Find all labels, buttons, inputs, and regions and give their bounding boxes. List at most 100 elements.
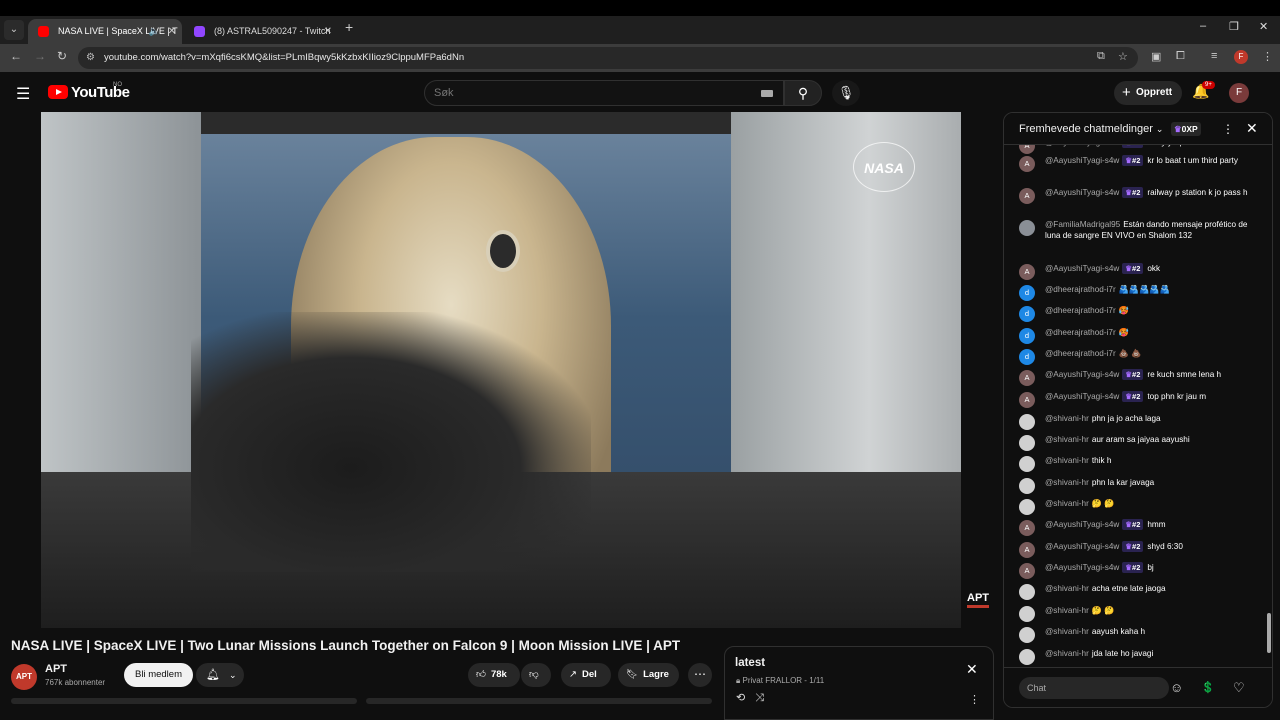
chat-input[interactable] — [1019, 677, 1169, 699]
chat-author[interactable]: @AayushiTyagi-s4w — [1045, 542, 1119, 551]
chat-message[interactable]: A @AayushiTyagi-s4w ♛#2 shyd 6:30 — [1019, 541, 1259, 558]
chat-message[interactable]: @FamiliaMadrigal95 Están dando mensaje pr… — [1019, 219, 1259, 241]
chat-message[interactable]: A @AayushiTyagi-s4w ♛#2 top phn kr jau m — [1019, 391, 1259, 408]
playlist-menu-icon[interactable]: ⋮ — [969, 693, 980, 706]
chat-avatar[interactable] — [1019, 220, 1035, 236]
close-tab-icon[interactable]: ✕ — [168, 19, 176, 44]
dislike-button[interactable]: 👎︎ — [521, 663, 551, 687]
tab-search-chevron-icon[interactable]: ⌄ — [4, 20, 24, 40]
chat-message[interactable]: A @AayushiTyagi-s4w ♛#2 hmm — [1019, 519, 1259, 536]
site-info-icon[interactable]: ⚙ — [86, 52, 95, 63]
chat-avatar[interactable] — [1019, 435, 1035, 451]
url-field[interactable]: ⚙ youtube.com/watch?v=mXqfi6csKMQ&list=P… — [78, 47, 1138, 69]
browser-menu-icon[interactable]: ⋮ — [1262, 50, 1273, 63]
chat-message[interactable]: @shivani-hr acha etne late jaoga — [1019, 583, 1259, 600]
chat-author[interactable]: @shivani-hr — [1045, 456, 1089, 465]
shuffle-icon[interactable]: ⤨ — [755, 692, 774, 704]
chat-message[interactable]: d @dheerajrathod-i7r 🫂🫂🫂🫂🫂 — [1019, 284, 1259, 301]
chat-author[interactable]: @AayushiTyagi-s4w — [1045, 156, 1119, 165]
youtube-logo-icon[interactable] — [48, 85, 68, 99]
chat-avatar[interactable]: A — [1019, 520, 1035, 536]
chat-author[interactable]: @shivani-hr — [1045, 499, 1089, 508]
tab-twitch[interactable]: (8) ASTRAL5090247 - Twitch ✕ — [184, 19, 338, 44]
playlist-title[interactable]: latest — [735, 657, 765, 669]
tab-youtube[interactable]: NASA LIVE | SpaceX LIVE | T 🔈 ✕ — [28, 19, 182, 44]
forward-icon[interactable]: → — [34, 49, 46, 63]
chat-message[interactable]: d @dheerajrathod-i7r 🥵 — [1019, 327, 1259, 344]
channel-avatar[interactable]: APT — [11, 664, 37, 690]
chat-message[interactable]: d @dheerajrathod-i7r 💩 💩 — [1019, 348, 1259, 365]
chat-author[interactable]: @shivani-hr — [1045, 606, 1089, 615]
chat-message[interactable]: A @AayushiTyagi-s4w ♛#2 kr lo baat t um thi… — [1019, 155, 1259, 172]
chat-author[interactable]: @AayushiTyagi-s4w — [1045, 563, 1119, 572]
chat-menu-icon[interactable]: ⋮ — [1222, 122, 1234, 136]
chat-author[interactable]: @shivani-hr — [1045, 414, 1089, 423]
close-playlist-icon[interactable]: ✕ — [966, 661, 978, 678]
chat-author[interactable]: @AayushiTyagi-s4w — [1045, 520, 1119, 529]
chat-message[interactable]: @shivani-hr phn ja jo acha laga — [1019, 413, 1259, 430]
search-input[interactable] — [434, 87, 734, 99]
chat-author[interactable]: @dheerajrathod-i7r — [1045, 306, 1116, 315]
subscription-bell-button[interactable]: 🔔︎ ⌄ — [196, 663, 244, 687]
chat-message[interactable]: @shivani-hr phn la kar javaga — [1019, 477, 1259, 494]
close-tab-icon[interactable]: ✕ — [324, 19, 332, 44]
chat-message[interactable]: @shivani-hr thik h — [1019, 455, 1259, 472]
chat-author[interactable]: @shivani-hr — [1045, 435, 1089, 444]
chat-avatar[interactable]: A — [1019, 563, 1035, 579]
chat-message[interactable]: A @AayushiTyagi-s4w ♛#2 bj — [1019, 562, 1259, 579]
bookmark-star-icon[interactable]: ☆ — [1118, 50, 1128, 63]
chat-message[interactable]: A @AayushiTyagi-s4w ♛#2 okk — [1019, 263, 1259, 280]
chat-scrollbar[interactable] — [1267, 613, 1271, 653]
chat-avatar[interactable] — [1019, 649, 1035, 665]
chat-author[interactable]: @shivani-hr — [1045, 478, 1089, 487]
chat-author[interactable]: @shivani-hr — [1045, 584, 1089, 593]
chat-avatar[interactable] — [1019, 627, 1035, 643]
share-button[interactable]: ↗ Del — [561, 663, 611, 687]
super-chat-icon[interactable]: 💲 — [1201, 681, 1215, 694]
back-icon[interactable]: ← — [10, 49, 22, 63]
chat-author[interactable]: @shivani-hr — [1045, 627, 1089, 636]
chat-author[interactable]: @AayushiTyagi-s4w — [1045, 188, 1119, 197]
chat-message[interactable]: A @AayushiTyagi-s4w ♛#2 re kuch smne lena h — [1019, 369, 1259, 386]
chat-avatar[interactable]: A — [1019, 188, 1035, 204]
chat-message[interactable]: @shivani-hr 🤔 🤔 — [1019, 498, 1259, 515]
chat-message[interactable]: d @dheerajrathod-i7r 🥵 — [1019, 305, 1259, 322]
puzzle-icon[interactable]: ⧠ — [1176, 50, 1185, 63]
chat-message[interactable]: @shivani-hr 🤔 🤔 — [1019, 605, 1259, 622]
account-avatar[interactable]: F — [1229, 83, 1249, 103]
maximize-icon[interactable]: ❐ — [1229, 20, 1239, 33]
chat-avatar[interactable]: d — [1019, 328, 1035, 344]
channel-name[interactable]: APT — [45, 663, 67, 675]
chat-message[interactable]: @shivani-hr aur aram sa jaiyaa aayushi — [1019, 434, 1259, 451]
more-actions-icon[interactable]: ⋯ — [688, 663, 712, 687]
minimize-icon[interactable]: – — [1200, 20, 1206, 32]
chat-author[interactable]: @AayushiTyagi-s4w — [1045, 370, 1119, 379]
extension-icon[interactable]: ▣ — [1151, 50, 1161, 63]
chat-message[interactable]: A @AayushiTyagi-s4w ♛#2 railway p station k… — [1019, 187, 1259, 204]
new-tab-icon[interactable]: + — [345, 19, 353, 35]
video-player[interactable]: NASA — [41, 112, 961, 628]
chat-avatar[interactable] — [1019, 456, 1035, 472]
chat-message[interactable]: @shivani-hr jda late ho javagi — [1019, 648, 1259, 665]
search-button[interactable]: ⚲ — [784, 80, 822, 106]
chat-avatar[interactable]: d — [1019, 285, 1035, 301]
join-button[interactable]: Bli medlem — [124, 663, 193, 687]
keyboard-icon[interactable] — [761, 90, 773, 97]
chat-avatar[interactable]: d — [1019, 349, 1035, 365]
chat-mode-dropdown[interactable]: Fremhevede chatmeldinger ⌄ — [1019, 123, 1163, 135]
chat-avatar[interactable]: A — [1019, 264, 1035, 280]
heart-icon[interactable]: ♡ — [1233, 680, 1245, 696]
chat-avatar[interactable]: A — [1019, 392, 1035, 408]
chat-avatar[interactable] — [1019, 478, 1035, 494]
create-button[interactable]: + Opprett — [1114, 81, 1183, 105]
chat-avatar[interactable]: A — [1019, 156, 1035, 172]
chat-avatar[interactable] — [1019, 414, 1035, 430]
chat-message[interactable]: @shivani-hr aayush kaha h — [1019, 626, 1259, 643]
chat-author[interactable]: @FamiliaMadrigal95 — [1045, 220, 1120, 229]
loop-icon[interactable]: ⟲ — [736, 692, 755, 704]
chat-avatar[interactable] — [1019, 499, 1035, 515]
emoji-icon[interactable]: ☺ — [1170, 680, 1183, 695]
chat-avatar[interactable] — [1019, 584, 1035, 600]
chat-avatar[interactable]: A — [1019, 370, 1035, 386]
reload-icon[interactable]: ↻ — [57, 49, 67, 63]
